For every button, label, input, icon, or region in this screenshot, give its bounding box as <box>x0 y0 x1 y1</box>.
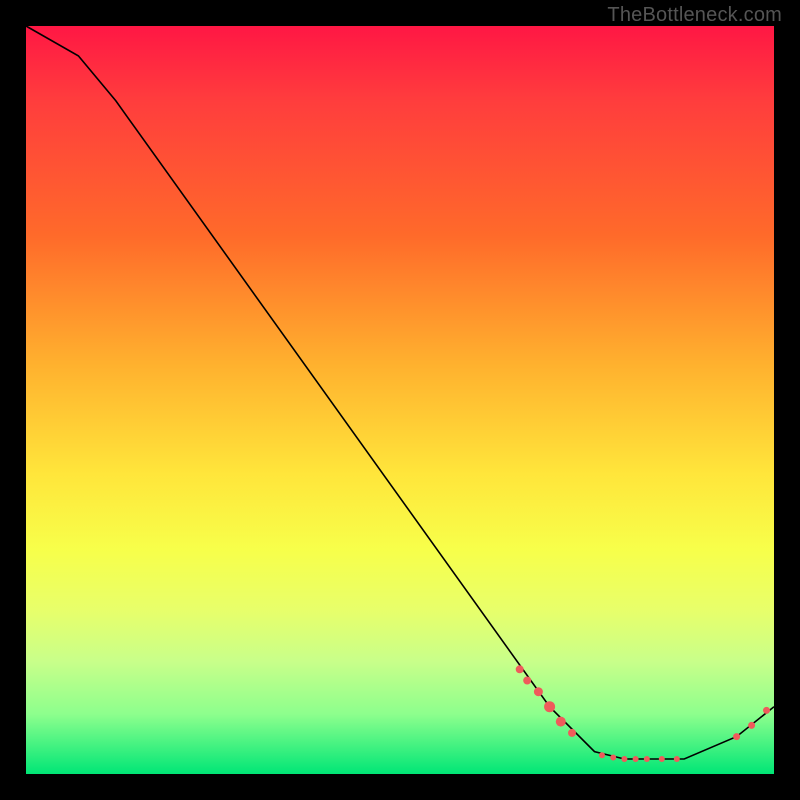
chart-frame: TheBottleneck.com <box>0 0 800 800</box>
plot-area <box>26 26 774 774</box>
data-marker <box>644 756 650 762</box>
data-marker <box>534 687 543 696</box>
data-marker <box>674 756 680 762</box>
data-marker <box>523 677 531 685</box>
bottleneck-curve <box>26 26 774 759</box>
markers-group <box>516 665 770 762</box>
data-marker <box>748 722 755 729</box>
data-marker <box>763 707 770 714</box>
data-marker <box>633 756 639 762</box>
data-marker <box>556 717 566 727</box>
watermark-text: TheBottleneck.com <box>607 4 782 27</box>
data-marker <box>544 701 555 712</box>
data-marker <box>516 665 524 673</box>
data-marker <box>610 755 616 761</box>
data-marker <box>599 752 605 758</box>
data-marker <box>733 733 740 740</box>
data-marker <box>621 756 627 762</box>
data-marker <box>568 729 576 737</box>
data-marker <box>659 756 665 762</box>
plot-svg <box>26 26 774 774</box>
